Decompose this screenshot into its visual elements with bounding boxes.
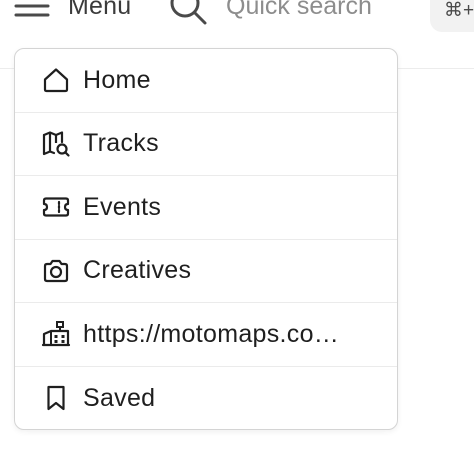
menu-item-label: Home: [83, 65, 151, 94]
page: Menu Quick search ⌘+K Home: [0, 0, 474, 467]
ticket-icon: [42, 197, 70, 217]
home-icon: [43, 68, 69, 93]
search-placeholder: Quick search: [226, 0, 372, 20]
menu-label: Menu: [68, 0, 132, 20]
building-icon: [41, 321, 71, 347]
menu-item-creatives[interactable]: Creatives: [15, 240, 397, 303]
menu-button[interactable]: Menu: [14, 0, 131, 26]
menu-item-label: Saved: [83, 383, 156, 412]
bookmark-icon: [47, 386, 65, 411]
search-icon: [170, 0, 207, 25]
quick-search-button[interactable]: Quick search: [168, 0, 372, 26]
shortcut-badge: ⌘+K: [430, 0, 474, 32]
menu-item-label: Creatives: [83, 256, 192, 285]
navigation-dropdown: Home Tracks Events Creatives https://mot…: [14, 48, 398, 430]
menu-item-events[interactable]: Events: [15, 176, 397, 240]
camera-icon: [43, 259, 69, 282]
menu-item-home[interactable]: Home: [15, 49, 397, 113]
menu-item-tracks[interactable]: Tracks: [15, 113, 397, 176]
menu-item-label: Events: [83, 192, 162, 221]
hamburger-icon: [14, 4, 50, 17]
menu-item-label: https://motomaps.co…: [83, 319, 340, 348]
menu-item-label: Tracks: [83, 129, 159, 158]
map-search-icon: [42, 131, 70, 157]
menu-item-website[interactable]: https://motomaps.co…: [15, 303, 397, 367]
menu-item-saved[interactable]: Saved: [15, 367, 397, 430]
